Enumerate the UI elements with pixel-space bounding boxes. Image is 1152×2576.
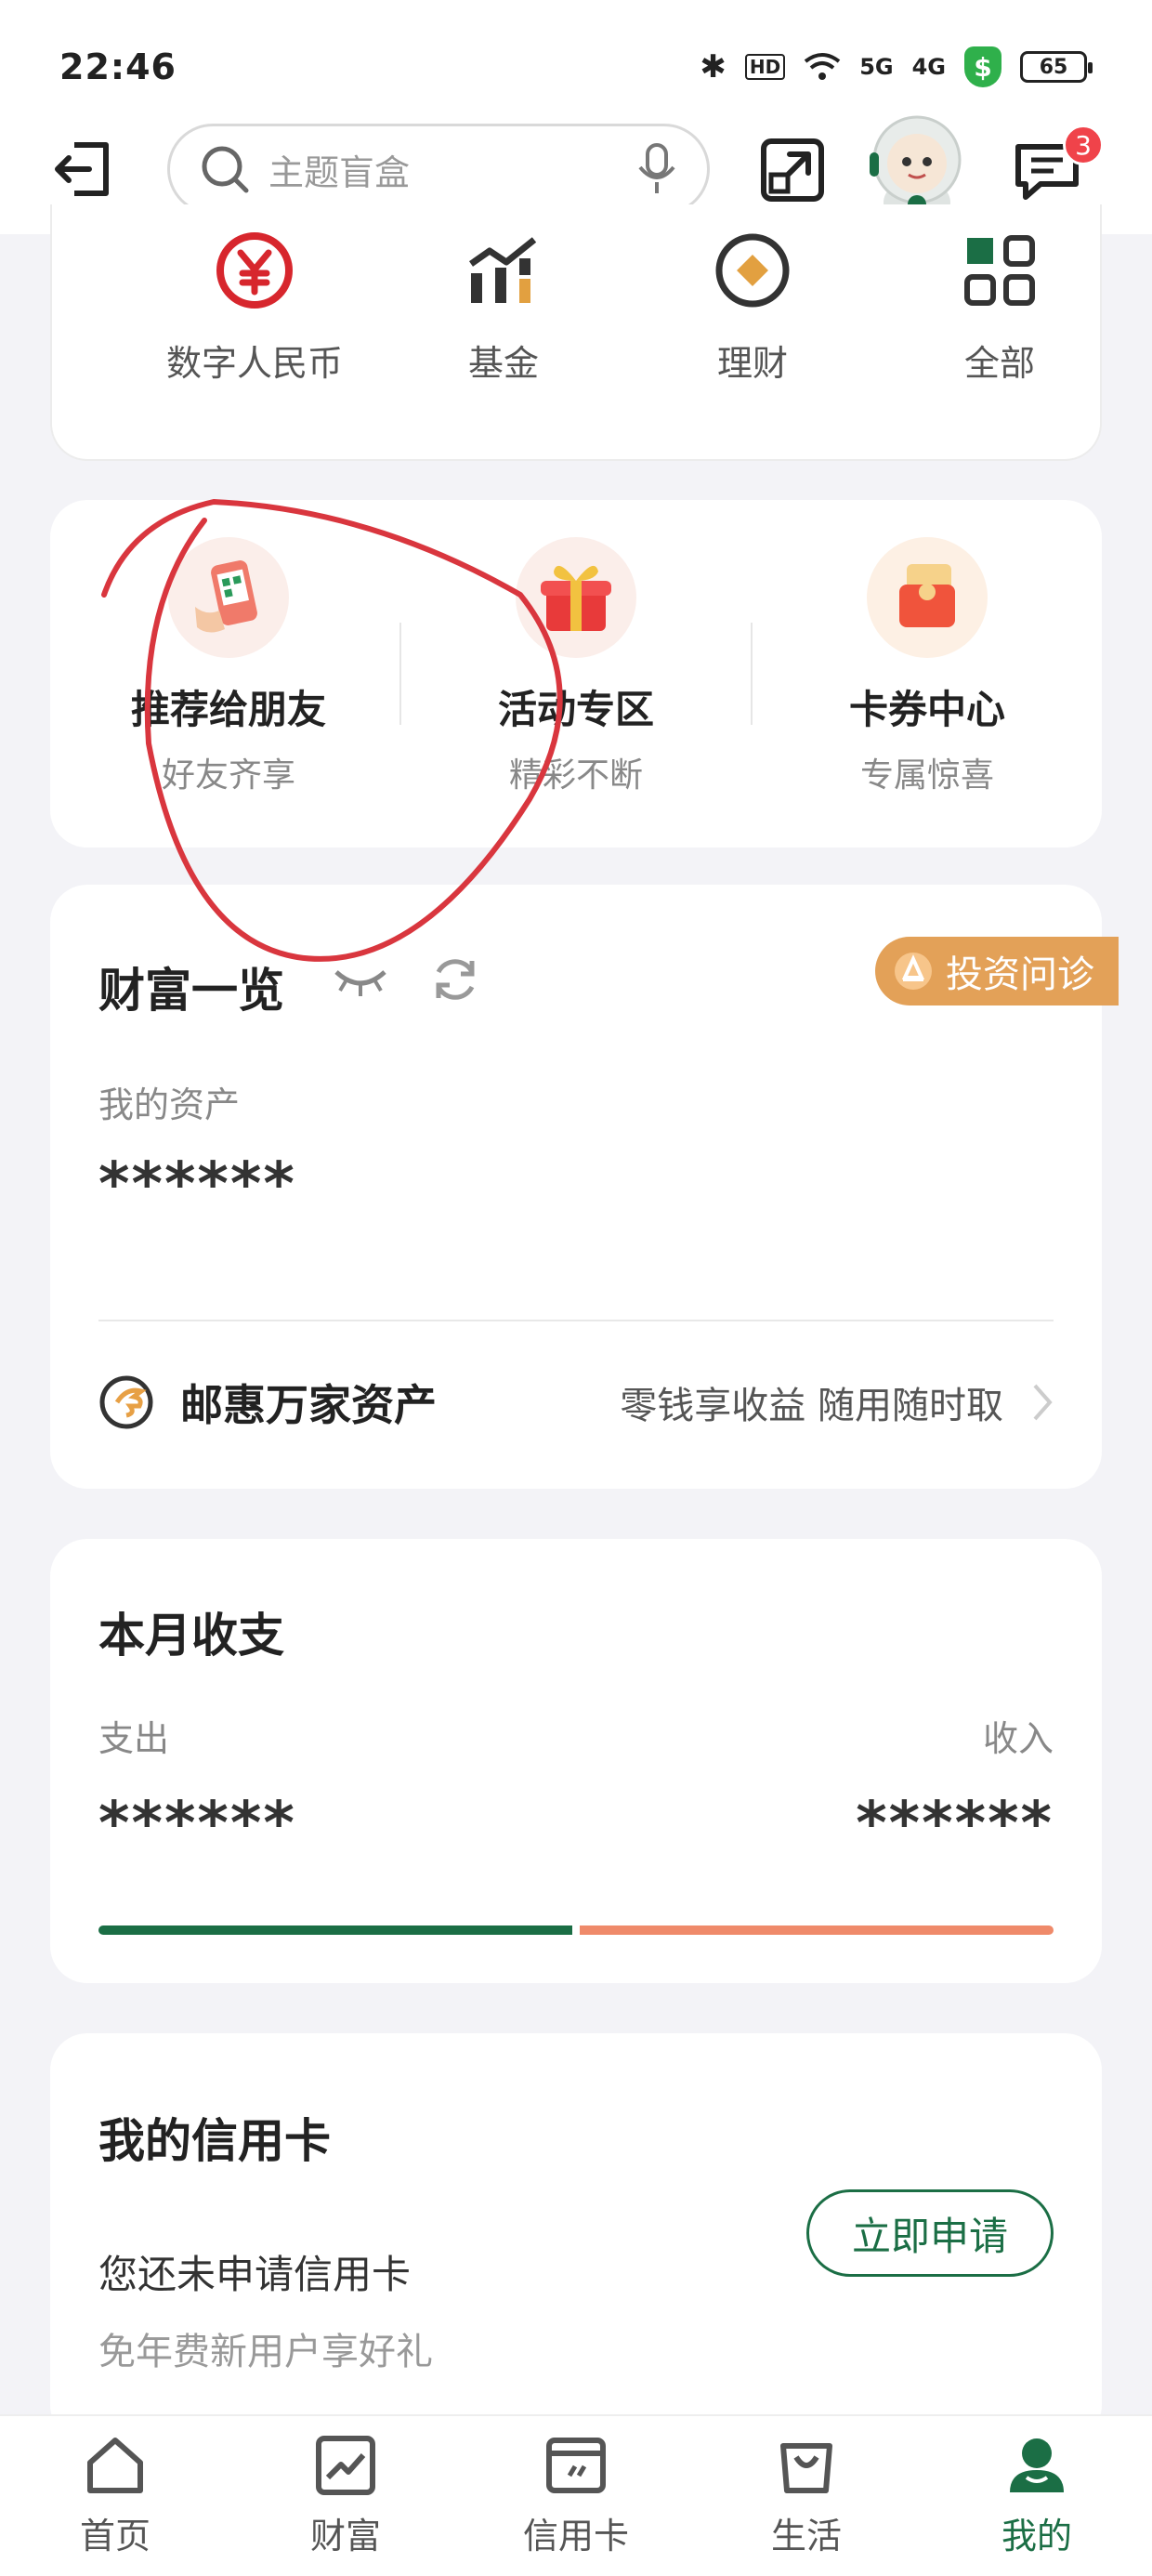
- tab-label: 财富: [309, 2516, 381, 2556]
- microphone-icon[interactable]: [636, 141, 677, 197]
- promo-title: 卡券中心: [848, 687, 1005, 732]
- assets-value: ******: [98, 1150, 296, 1219]
- top-bar: 22:46 ✱ HD 5G 4G $ 65 主题盲盒 3: [0, 0, 1152, 234]
- tab-label: 我的: [1001, 2516, 1072, 2556]
- monthly-summary-card[interactable]: 本月收支 支出 收入 ****** ******: [50, 1539, 1102, 1983]
- credit-title: 我的信用卡: [98, 2114, 331, 2168]
- bottom-tab-bar: 首页 财富 信用卡 生活 我的: [0, 2414, 1152, 2576]
- fund-chart-icon: [468, 237, 537, 303]
- category-digital-rmb[interactable]: 数字人民币: [134, 230, 375, 386]
- tab-home[interactable]: 首页: [32, 2433, 199, 2558]
- expense-value: ******: [98, 1790, 296, 1859]
- exit-icon[interactable]: [48, 136, 115, 203]
- promo-recommend-friend[interactable]: 推荐给朋友 好友齐享: [89, 537, 368, 796]
- category-label: 全部: [963, 343, 1035, 384]
- bluetooth-icon: ✱: [700, 48, 727, 85]
- tab-credit-card[interactable]: 信用卡: [492, 2433, 660, 2558]
- fund-description: 零钱享收益 随用随时取: [620, 1385, 1003, 1427]
- promo-activity-zone[interactable]: 活动专区 精彩不断: [437, 537, 715, 796]
- youhui-logo-icon: [99, 1375, 153, 1429]
- income-value: ******: [856, 1790, 1054, 1859]
- search-icon: [202, 146, 249, 193]
- wifi-icon: [804, 53, 841, 80]
- tab-label: 首页: [79, 2516, 151, 2556]
- home-icon: [87, 2438, 143, 2493]
- gift-box-icon: [516, 537, 636, 658]
- expense-label: 支出: [98, 1718, 170, 1759]
- battery-icon: 65: [1020, 51, 1093, 83]
- wealth-chart-icon: [316, 2436, 375, 2495]
- divider: [399, 623, 401, 725]
- signal-4g-icon: 4G: [911, 54, 946, 80]
- profile-icon: [1010, 2438, 1064, 2492]
- finance-circle-icon: [715, 233, 790, 308]
- promo-subtitle: 好友齐享: [161, 756, 295, 795]
- promo-subtitle: 精彩不断: [508, 756, 643, 795]
- credit-promo: 免年费新用户享好礼: [98, 2331, 433, 2373]
- category-label: 数字人民币: [165, 343, 343, 384]
- credit-card-icon: [546, 2438, 606, 2493]
- income-bar-fill: [580, 1925, 1054, 1935]
- category-card: 数字人民币 基金 理财 全部: [50, 204, 1102, 461]
- fund-row[interactable]: 邮惠万家资产 零钱享收益 随用随时取: [98, 1370, 1054, 1435]
- category-all[interactable]: 全部: [879, 230, 1120, 386]
- hide-eye-icon[interactable]: [333, 961, 388, 1002]
- promo-subtitle: 专属惊喜: [859, 756, 994, 795]
- promo-card: 推荐给朋友 好友齐享 活动专区 精彩不断 卡券中心 专属惊喜: [50, 500, 1102, 848]
- security-shield-icon: $: [964, 46, 1001, 87]
- monthly-title: 本月收支: [98, 1609, 284, 1663]
- apply-credit-card-button[interactable]: 立即申请: [806, 2189, 1054, 2277]
- red-envelope-icon: [867, 537, 988, 658]
- grid-icon: [964, 235, 1035, 306]
- divider: [751, 623, 753, 725]
- tab-wealth[interactable]: 财富: [262, 2433, 429, 2558]
- expense-income-ratio-bar: [98, 1925, 1054, 1935]
- investment-advisor-button[interactable]: 投资问诊: [875, 937, 1119, 1005]
- tab-label: 信用卡: [522, 2516, 629, 2556]
- income-label: 收入: [982, 1718, 1054, 1759]
- tab-mine[interactable]: 我的: [953, 2433, 1120, 2558]
- fund-name: 邮惠万家资产: [180, 1380, 437, 1430]
- category-fund[interactable]: 基金: [383, 230, 624, 386]
- signal-5g-icon: 5G: [859, 54, 894, 80]
- credit-status: 您还未申请信用卡: [98, 2252, 412, 2297]
- chevron-right-icon: [1033, 1384, 1053, 1421]
- advisor-label: 投资问诊: [946, 953, 1094, 996]
- yuan-icon: [216, 232, 293, 309]
- status-icons: ✱ HD 5G 4G $ 65: [700, 46, 1093, 87]
- divider: [98, 1320, 1054, 1321]
- refresh-icon[interactable]: [427, 952, 483, 1007]
- phone-qr-icon: [168, 537, 289, 658]
- tab-label: 生活: [770, 2516, 842, 2556]
- wealth-overview-card: 财富一览 投资问诊 我的资产 ****** 邮惠万家资产 零钱享收益 随用随时取: [50, 885, 1119, 1489]
- credit-card-section: 我的信用卡 您还未申请信用卡 免年费新用户享好礼 立即申请: [50, 2033, 1102, 2442]
- search-placeholder: 主题盲盒: [268, 151, 411, 193]
- shopping-bag-icon: [780, 2443, 832, 2493]
- promo-title: 活动专区: [497, 687, 654, 732]
- expense-bar-fill: [98, 1925, 572, 1935]
- category-label: 基金: [467, 343, 539, 384]
- tab-life[interactable]: 生活: [723, 2433, 890, 2558]
- hd-icon: HD: [744, 54, 786, 80]
- promo-title: 推荐给朋友: [130, 687, 326, 732]
- bell-icon: [895, 953, 932, 990]
- message-badge: 3: [1063, 125, 1104, 165]
- screen-share-icon[interactable]: [758, 136, 827, 204]
- app-screen: 22:46 ✱ HD 5G 4G $ 65 主题盲盒 3 数字人民币 基金 理财…: [0, 0, 1152, 2576]
- wealth-title: 财富一览: [98, 964, 284, 1018]
- assets-label: 我的资产: [98, 1084, 241, 1125]
- category-wealth-management[interactable]: 理财: [632, 230, 873, 386]
- category-label: 理财: [716, 343, 788, 384]
- search-input[interactable]: 主题盲盒: [167, 124, 710, 215]
- status-time: 22:46: [59, 46, 177, 87]
- promo-coupon-center[interactable]: 卡券中心 专属惊喜: [788, 537, 1067, 796]
